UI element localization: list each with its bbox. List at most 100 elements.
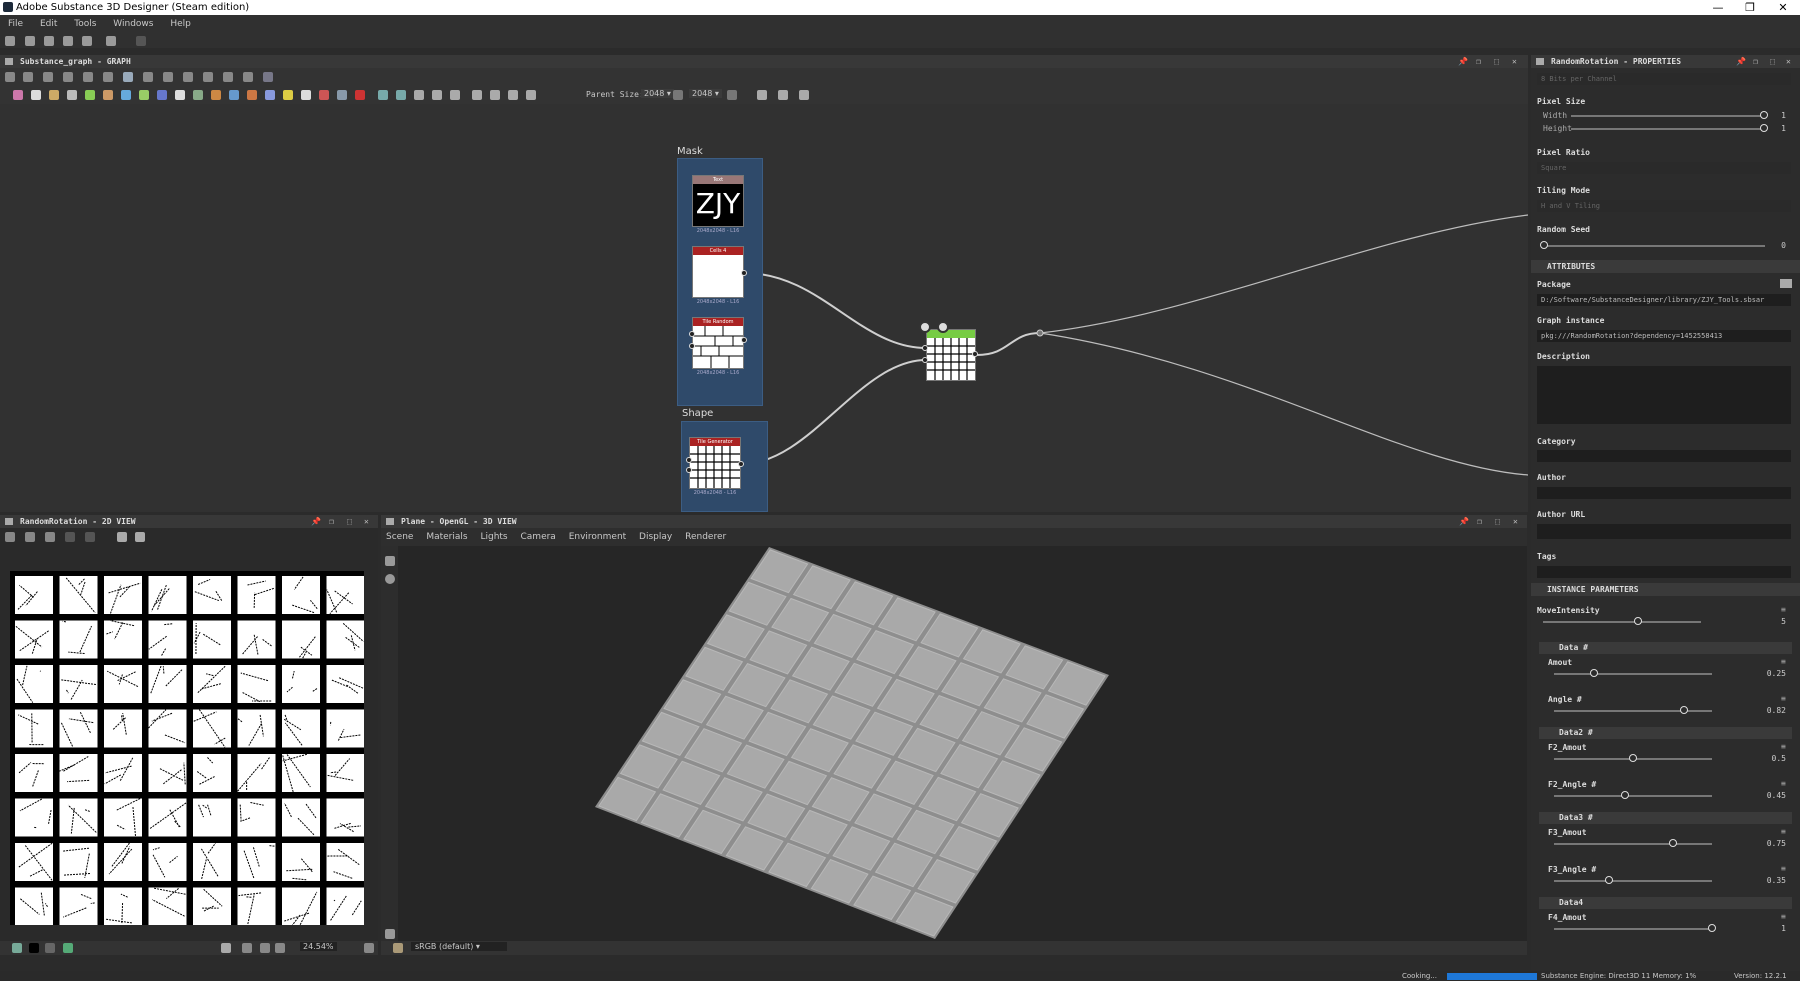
view-mode-1-icon[interactable] [378,90,388,100]
graph-canvas[interactable]: Mask Shape Text ZJY 2048x2048 - L16 Cell… [0,105,1528,512]
view2d-info-icon[interactable] [117,532,127,542]
crop-icon[interactable] [263,72,273,82]
tab-environment[interactable]: Environment [569,532,626,542]
node-tile-random-output-port[interactable] [741,337,747,343]
package-field[interactable]: D:/Software/SubstanceDesigner/library/ZJ… [1537,294,1791,306]
frame-all-icon[interactable] [5,72,15,82]
node-tile-generator-input-2[interactable] [686,467,692,473]
axis-icon[interactable] [385,929,395,939]
node-branch-icon[interactable] [799,90,809,100]
atomic-node-icon[interactable] [13,90,23,100]
width-slider-knob[interactable] [1760,111,1768,119]
param-3-1-track[interactable] [1554,843,1712,845]
node-random-rotation-input-1[interactable] [922,345,928,351]
bookmark-icon[interactable] [243,72,253,82]
node-random-rotation[interactable] [926,329,976,381]
tab-camera[interactable]: Camera [521,532,556,542]
view-3d-pin-icon[interactable]: 📌 [1459,515,1469,528]
fx-icon[interactable] [157,90,167,100]
view-3d-float-icon[interactable]: ❐ [1477,515,1482,528]
redo-icon[interactable] [136,36,146,46]
save-icon[interactable] [82,36,92,46]
random-seed-value[interactable]: 0 [1781,241,1786,250]
props-pin-icon[interactable]: 📌 [1736,55,1746,68]
move-intensity-menu-icon[interactable]: ≡ [1781,605,1786,614]
view-2d-float-icon[interactable]: ❐ [329,515,334,528]
dot-node-icon[interactable] [508,90,518,100]
bookmark-node-icon[interactable] [526,90,536,100]
undo-icon[interactable] [106,36,116,46]
height-slider-track[interactable] [1571,128,1765,130]
info-icon[interactable] [63,72,73,82]
view2d-histogram-icon[interactable] [135,532,145,542]
fit-view-icon[interactable] [260,943,270,953]
align-icon[interactable] [103,72,113,82]
height-value[interactable]: 1 [1781,124,1786,133]
node-icon-2[interactable] [937,321,949,333]
tiling-mode-select[interactable]: H and V Tiling [1537,200,1791,212]
view-2d-max-icon[interactable]: ⬚ [347,515,352,528]
fit-icon[interactable] [23,72,33,82]
tab-materials[interactable]: Materials [426,532,467,542]
open-folder-icon[interactable] [63,36,73,46]
pattern-icon[interactable] [175,90,185,100]
node-random-rotation-output-port[interactable] [972,351,978,357]
param-1-1-knob[interactable] [1590,669,1598,677]
height-slider-knob[interactable] [1760,124,1768,132]
param-1-2-track[interactable] [1554,710,1712,712]
bg-grey-icon[interactable] [45,943,55,953]
warning-icon[interactable] [283,90,293,100]
move-intensity-track[interactable] [1543,621,1701,623]
blend-icon[interactable] [49,90,59,100]
param-4-1-track[interactable] [1554,928,1712,930]
param-3-1-value[interactable]: 0.75 [1767,839,1786,848]
restore-button[interactable]: ❐ [1737,0,1763,15]
comment-icon[interactable] [472,90,482,100]
tab-scene[interactable]: Scene [386,532,413,542]
view2d-save-icon[interactable] [25,532,35,542]
props-float-icon[interactable]: ❐ [1753,55,1758,68]
rotate-icon[interactable] [203,72,213,82]
group-1[interactable]: Data # [1539,642,1792,654]
tile-icon[interactable] [193,90,203,100]
param-3-2-value[interactable]: 0.35 [1767,876,1786,885]
pixel-ratio-select[interactable]: Square [1537,162,1791,174]
random-seed-knob[interactable] [1540,241,1548,249]
move-intensity-knob[interactable] [1634,617,1642,625]
filter-icon[interactable] [211,90,221,100]
size-select[interactable]: 2048 ▾ [689,89,722,98]
normal-icon[interactable] [265,90,275,100]
light-icon[interactable] [385,574,395,584]
tab-renderer[interactable]: Renderer [685,532,726,542]
minimize-button[interactable]: — [1705,0,1731,15]
fill-icon[interactable] [247,90,257,100]
description-field[interactable] [1537,366,1791,424]
colorspace-select[interactable]: sRGB (default) ▾ [411,942,507,951]
view-3d-close-icon[interactable]: ✕ [1513,515,1518,528]
pick-icon[interactable] [242,943,252,953]
param-1-2-value[interactable]: 0.82 [1767,706,1786,715]
node-cells-output-port[interactable] [741,270,747,276]
width-value[interactable]: 1 [1781,111,1786,120]
menu-edit[interactable]: Edit [40,19,57,29]
dot-node[interactable] [1036,329,1044,337]
param-2-1-menu-icon[interactable]: ≡ [1781,742,1786,751]
group-2[interactable]: Data2 # [1539,727,1792,739]
view-mode-2-icon[interactable] [396,90,406,100]
parent-size-select[interactable]: 2048 ▾ [641,89,674,98]
float-icon[interactable]: ❐ [1476,55,1481,68]
snapshot-icon[interactable] [43,72,53,82]
node-tile-generator[interactable]: Tile Generator [689,437,741,489]
node-tile-random-input-2[interactable] [689,343,695,349]
node-tile-generator-input-1[interactable] [686,457,692,463]
view2d-rgb-icon[interactable] [85,532,95,542]
output-icon[interactable] [319,90,329,100]
warp-icon[interactable] [229,90,239,100]
view2d-channel-icon[interactable] [65,532,75,542]
node-tile-generator-output-port[interactable] [738,461,744,467]
grid-icon[interactable] [123,72,133,82]
param-1-1-menu-icon[interactable]: ≡ [1781,657,1786,666]
link-icon[interactable] [163,72,173,82]
param-2-2-menu-icon[interactable]: ≡ [1781,779,1786,788]
bg-checker-icon[interactable] [63,943,73,953]
